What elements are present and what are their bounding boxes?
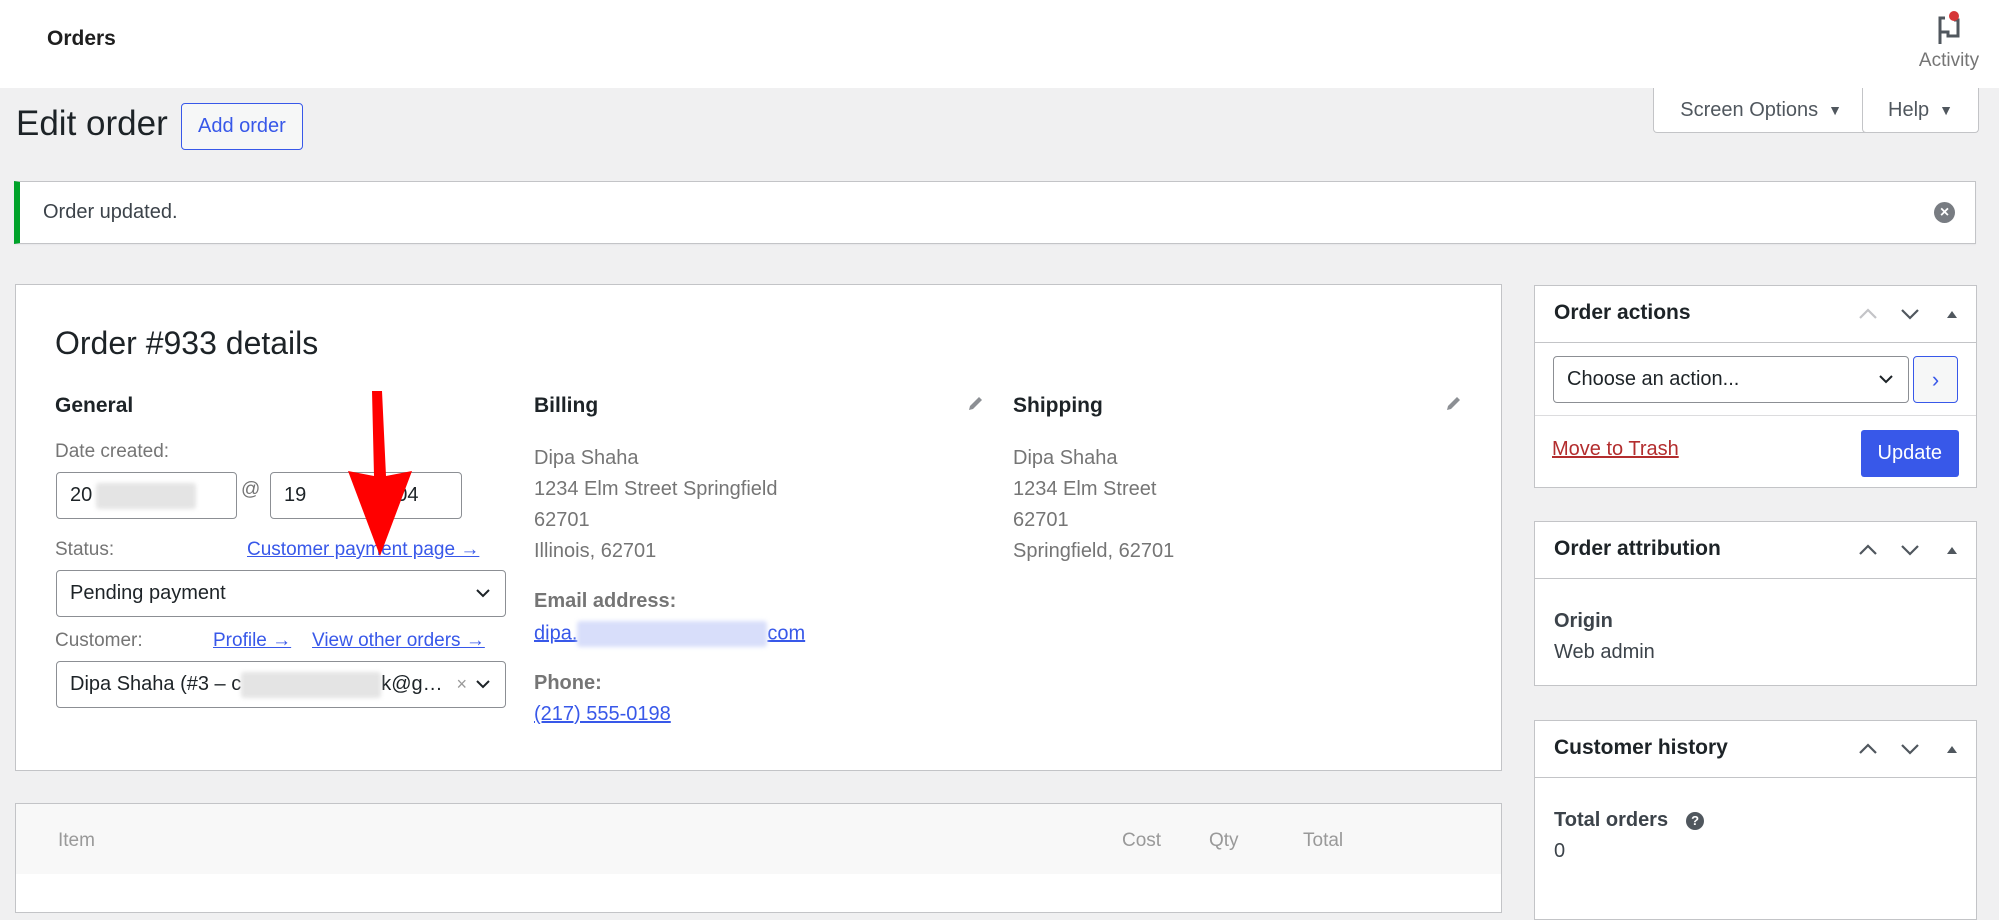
screen-options-button[interactable]: Screen Options ▼ xyxy=(1653,88,1869,133)
top-bar: Orders Activity xyxy=(0,0,1999,88)
order-items-table: Item Cost Qty Total xyxy=(15,803,1502,913)
notification-dot xyxy=(1949,11,1959,21)
help-label: Help xyxy=(1888,98,1930,121)
order-heading: Order #933 details xyxy=(55,325,319,361)
customer-select[interactable]: Dipa Shaha (#3 – c k@g… × xyxy=(56,661,506,708)
chevron-right-icon: › xyxy=(1931,366,1940,392)
customer-label: Customer: xyxy=(55,630,143,651)
order-updated-notice: Order updated. × xyxy=(14,181,1976,244)
origin-value: Web admin xyxy=(1554,641,1655,663)
order-attribution-box: Order attribution Origin Web admin xyxy=(1534,521,1977,686)
edit-billing-pencil-icon[interactable] xyxy=(966,393,986,413)
origin-label: Origin xyxy=(1554,610,1613,632)
edit-shipping-pencil-icon[interactable] xyxy=(1444,393,1464,413)
help-tooltip-icon[interactable]: ? xyxy=(1686,811,1705,830)
column-item[interactable]: Item xyxy=(58,830,95,852)
dismiss-icon[interactable]: × xyxy=(1934,202,1955,223)
shipping-heading: Shipping xyxy=(1013,394,1103,417)
customer-value: Dipa Shaha (#3 – c xyxy=(70,673,242,695)
customer-history-box: Customer history Total orders ? 0 xyxy=(1534,720,1977,920)
status-select[interactable]: Pending payment xyxy=(56,570,506,617)
help-button[interactable]: Help ▼ xyxy=(1862,88,1979,133)
date-created-label: Date created: xyxy=(55,441,170,462)
order-actions-header: Order actions xyxy=(1535,286,1976,343)
status-label: Status: xyxy=(55,539,115,560)
move-to-trash-link[interactable]: Move to Trash xyxy=(1552,438,1679,461)
chevron-down-icon xyxy=(1879,375,1893,384)
add-order-button[interactable]: Add order xyxy=(181,103,303,150)
shipping-address: Dipa Shaha 1234 Elm Street 62701 Springf… xyxy=(1013,443,1174,567)
annotation-arrow-icon xyxy=(348,391,412,556)
total-orders-row: Total orders ? xyxy=(1554,809,1705,832)
total-orders-label: Total orders xyxy=(1554,809,1669,831)
order-action-value: Choose an action... xyxy=(1567,368,1740,390)
order-details-panel: Order #933 details General Date created:… xyxy=(15,284,1502,771)
top-bar-title: Orders xyxy=(47,27,116,50)
move-down-icon[interactable] xyxy=(1898,540,1922,560)
screen-options-label: Screen Options xyxy=(1680,98,1819,121)
collapse-toggle-icon[interactable] xyxy=(1940,540,1964,560)
move-up-icon[interactable] xyxy=(1856,540,1880,560)
order-actions-box: Order actions Choose an action... › Move… xyxy=(1534,285,1977,488)
order-action-select[interactable]: Choose an action... xyxy=(1553,356,1909,403)
activity-label: Activity xyxy=(1918,50,1980,71)
move-down-icon[interactable] xyxy=(1898,304,1922,324)
date-value: 20 xyxy=(70,484,93,506)
move-down-icon[interactable] xyxy=(1898,739,1922,759)
items-table-header: Item Cost Qty Total xyxy=(16,804,1501,874)
billing-heading: Billing xyxy=(534,394,599,417)
caret-down-icon: ▼ xyxy=(1939,102,1953,118)
shipping-line: Springfield, 62701 xyxy=(1013,540,1175,562)
caret-down-icon: ▼ xyxy=(1828,102,1842,118)
redacted-blur xyxy=(577,621,768,647)
customer-email-suffix: k@g… xyxy=(381,673,443,695)
date-created-input[interactable]: 20 xyxy=(56,472,237,519)
phone-label: Phone: xyxy=(534,672,602,694)
billing-line: Illinois, 62701 xyxy=(534,540,657,562)
move-up-icon[interactable] xyxy=(1856,739,1880,759)
order-attribution-header: Order attribution xyxy=(1535,522,1976,579)
clear-icon[interactable]: × xyxy=(456,674,467,695)
billing-line: 62701 xyxy=(534,509,590,531)
view-other-orders-link[interactable]: View other orders → xyxy=(312,630,485,652)
update-button[interactable]: Update xyxy=(1860,430,1959,477)
column-cost[interactable]: Cost xyxy=(1122,830,1161,852)
status-value: Pending payment xyxy=(70,582,226,604)
at-symbol: @ xyxy=(241,479,261,500)
billing-address: Dipa Shaha 1234 Elm Street Springfield 6… xyxy=(534,443,777,567)
shipping-line: Dipa Shaha xyxy=(1013,447,1118,469)
profile-link[interactable]: Profile → xyxy=(213,630,291,652)
redacted-blur xyxy=(241,671,382,698)
page-title: Edit order xyxy=(16,104,168,143)
column-total[interactable]: Total xyxy=(1303,830,1343,852)
chevron-down-icon xyxy=(476,680,490,689)
hour-value: 19 xyxy=(284,484,307,506)
collapse-toggle-icon[interactable] xyxy=(1940,739,1964,759)
move-up-icon[interactable] xyxy=(1856,304,1880,324)
billing-line: Dipa Shaha xyxy=(534,447,639,469)
activity-button[interactable]: Activity xyxy=(1909,10,1989,72)
collapse-toggle-icon[interactable] xyxy=(1940,304,1964,324)
customer-history-title: Customer history xyxy=(1554,736,1728,759)
email-prefix: dipa. xyxy=(534,622,578,645)
customer-history-header: Customer history xyxy=(1535,721,1976,778)
flag-icon xyxy=(1938,11,1960,44)
billing-line: 1234 Elm Street Springfield xyxy=(534,478,778,500)
general-heading: General xyxy=(55,394,134,417)
column-qty[interactable]: Qty xyxy=(1209,830,1239,852)
shipping-line: 62701 xyxy=(1013,509,1069,531)
phone-link[interactable]: (217) 555-0198 xyxy=(534,703,671,726)
email-suffix: com xyxy=(767,622,806,645)
shipping-line: 1234 Elm Street xyxy=(1013,478,1157,500)
order-attribution-title: Order attribution xyxy=(1554,537,1721,560)
order-actions-title: Order actions xyxy=(1554,301,1691,324)
chevron-down-icon xyxy=(476,589,490,598)
total-orders-value: 0 xyxy=(1554,840,1566,862)
apply-action-button[interactable]: › xyxy=(1913,356,1958,403)
email-link[interactable]: dipa. com xyxy=(534,621,805,647)
email-label: Email address: xyxy=(534,590,677,612)
notice-message: Order updated. xyxy=(43,201,178,223)
redacted-blur xyxy=(96,482,197,509)
